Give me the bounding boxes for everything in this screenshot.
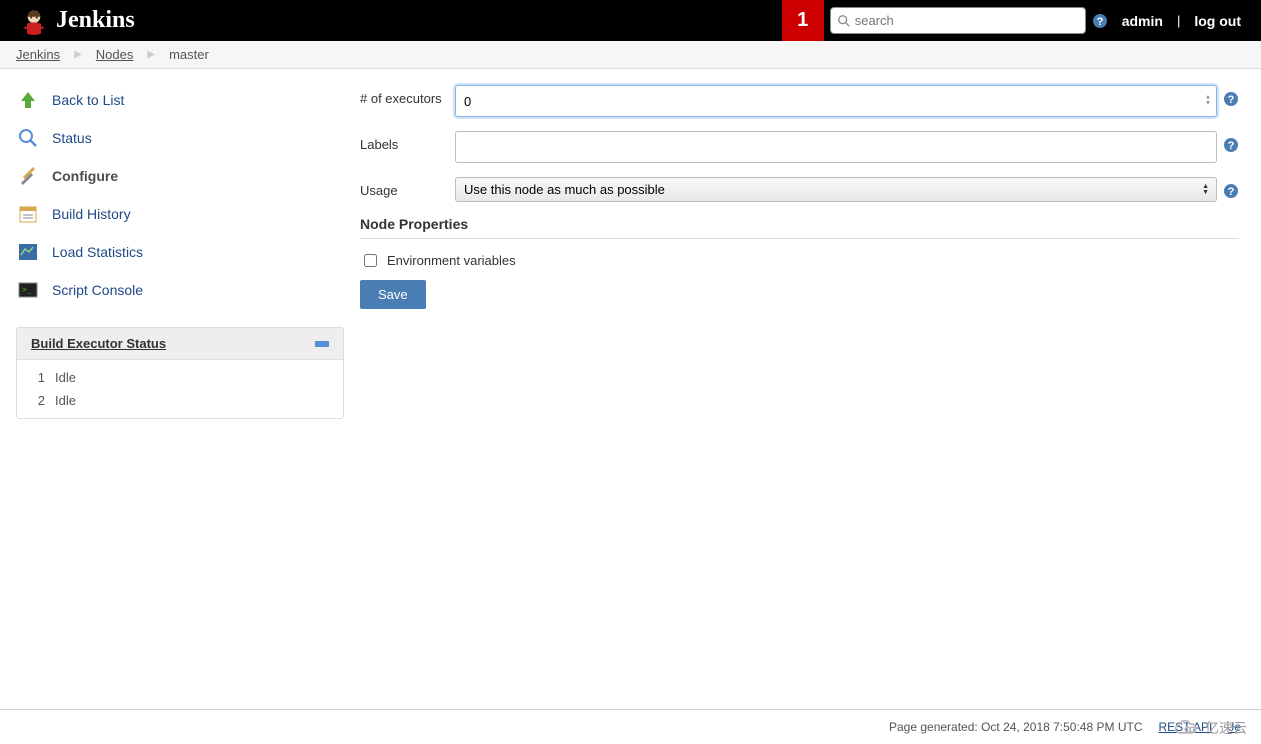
- labels-label: Labels: [360, 131, 449, 152]
- sidebar-item-back[interactable]: Back to List: [16, 81, 344, 119]
- brand-name: Jenkins: [56, 7, 135, 34]
- footer-generated: Page generated: Oct 24, 2018 7:50:48 PM …: [889, 720, 1143, 734]
- executor-num: 1: [31, 370, 45, 385]
- help-icon[interactable]: ?: [1223, 183, 1239, 199]
- env-vars-row: Environment variables: [360, 247, 1239, 280]
- chart-icon: [16, 240, 40, 264]
- sidebar-item-script-console[interactable]: >_ Script Console: [16, 271, 344, 309]
- notification-badge[interactable]: 1: [782, 0, 824, 41]
- executor-row: 2 Idle: [31, 389, 329, 412]
- sidebar-item-label: Script Console: [52, 282, 143, 298]
- tools-icon: [16, 164, 40, 188]
- panel-body: 1 Idle 2 Idle: [17, 360, 343, 418]
- logout-link[interactable]: log out: [1194, 13, 1241, 29]
- spinner-down-icon[interactable]: ▼: [1205, 102, 1211, 107]
- executor-status: Idle: [55, 393, 76, 408]
- main: Back to List Status Configure Build Hist…: [0, 69, 1261, 689]
- sidebar-item-label: Build History: [52, 206, 131, 222]
- sidebar: Back to List Status Configure Build Hist…: [0, 69, 360, 689]
- sidebar-item-load-stats[interactable]: Load Statistics: [16, 233, 344, 271]
- watermark-text: 亿速云: [1205, 718, 1247, 738]
- user-link[interactable]: admin: [1122, 13, 1163, 29]
- cloud-icon: [1173, 718, 1199, 738]
- search-icon: [837, 14, 851, 28]
- form-row-executors: # of executors ▲▼ ?: [360, 85, 1239, 117]
- svg-text:?: ?: [1228, 94, 1235, 106]
- sidebar-item-configure[interactable]: Configure: [16, 157, 344, 195]
- sidebar-nav: Back to List Status Configure Build Hist…: [16, 81, 344, 309]
- header-right: 1 ? admin | log out: [782, 0, 1249, 41]
- env-vars-label: Environment variables: [387, 253, 516, 268]
- env-vars-checkbox[interactable]: [364, 254, 377, 267]
- content: # of executors ▲▼ ? Labels ? Usage Use t…: [360, 69, 1261, 689]
- magnifier-icon: [16, 126, 40, 150]
- executors-label: # of executors: [360, 85, 449, 106]
- svg-text:?: ?: [1228, 186, 1235, 198]
- terminal-icon: >_: [16, 278, 40, 302]
- chevron-right-icon: ▶: [64, 49, 92, 60]
- spinner-buttons[interactable]: ▲▼: [1205, 96, 1211, 107]
- build-executor-panel: Build Executor Status 1 Idle 2 Idle: [16, 327, 344, 419]
- breadcrumb-jenkins[interactable]: Jenkins: [16, 47, 60, 62]
- sidebar-item-status[interactable]: Status: [16, 119, 344, 157]
- svg-text:>_: >_: [22, 285, 32, 294]
- breadcrumb: Jenkins ▶ Nodes ▶ master: [0, 41, 1261, 69]
- sidebar-item-label: Load Statistics: [52, 244, 143, 260]
- executor-num: 2: [31, 393, 45, 408]
- executor-row: 1 Idle: [31, 366, 329, 389]
- panel-title[interactable]: Build Executor Status: [31, 336, 166, 351]
- save-button[interactable]: Save: [360, 280, 426, 309]
- jenkins-logo[interactable]: Jenkins: [20, 7, 135, 35]
- watermark: 亿速云: [1173, 718, 1247, 738]
- labels-input[interactable]: [455, 131, 1217, 163]
- notepad-icon: [16, 202, 40, 226]
- executor-status: Idle: [55, 370, 76, 385]
- form-row-usage: Usage Use this node as much as possible …: [360, 177, 1239, 202]
- breadcrumb-master: master: [169, 47, 209, 62]
- breadcrumb-nodes[interactable]: Nodes: [96, 47, 134, 62]
- usage-label: Usage: [360, 177, 449, 198]
- up-arrow-icon: [16, 88, 40, 112]
- search-box[interactable]: [830, 7, 1086, 34]
- sidebar-item-label: Configure: [52, 168, 118, 184]
- help-icon[interactable]: ?: [1223, 137, 1239, 153]
- executors-input[interactable]: [455, 85, 1217, 117]
- panel-header: Build Executor Status: [17, 328, 343, 360]
- chevron-right-icon: ▶: [137, 49, 165, 60]
- sidebar-item-build-history[interactable]: Build History: [16, 195, 344, 233]
- usage-select[interactable]: Use this node as much as possible: [455, 177, 1217, 202]
- header-bar: Jenkins 1 ? admin | log out: [0, 0, 1261, 41]
- svg-text:?: ?: [1228, 140, 1235, 152]
- help-icon[interactable]: ?: [1092, 13, 1108, 29]
- sidebar-item-label: Status: [52, 130, 92, 146]
- footer: Page generated: Oct 24, 2018 7:50:48 PM …: [0, 709, 1261, 744]
- form-row-labels: Labels ?: [360, 131, 1239, 163]
- collapse-icon[interactable]: [315, 341, 329, 347]
- divider: |: [1177, 13, 1180, 28]
- section-title: Node Properties: [360, 216, 1239, 239]
- jenkins-icon: [20, 7, 48, 35]
- svg-text:?: ?: [1096, 16, 1103, 28]
- sidebar-item-label: Back to List: [52, 92, 124, 108]
- search-input[interactable]: [851, 10, 1079, 31]
- help-icon[interactable]: ?: [1223, 91, 1239, 107]
